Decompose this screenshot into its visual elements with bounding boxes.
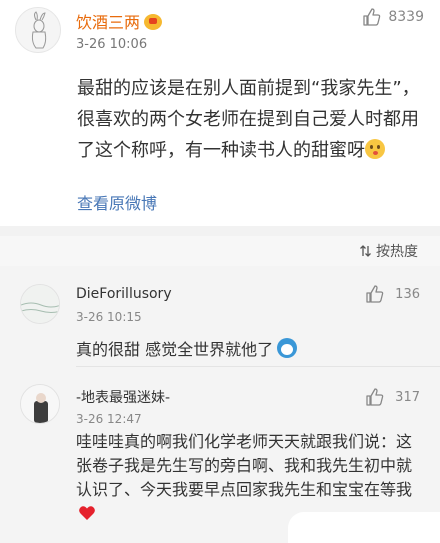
thumbs-up-icon [366, 285, 384, 303]
section-divider [0, 226, 440, 236]
post-time: 3-26 10:06 [76, 37, 148, 52]
doraemon-emoji-icon [277, 338, 298, 358]
comment-like-count: 317 [395, 389, 420, 405]
avatar[interactable] [20, 384, 60, 424]
sort-button[interactable]: 按热度 [359, 241, 418, 261]
sort-label: 按热度 [376, 244, 418, 260]
author-name-text[interactable]: 饮酒三两 [76, 13, 140, 32]
like-count: 8339 [388, 9, 424, 25]
commenter-name[interactable]: -地表最强迷妹- [76, 387, 170, 407]
smile-emoji-icon [365, 139, 385, 159]
sort-icon [360, 245, 371, 257]
comment-text-content: 哇哇哇真的啊我们化学老师天天就跟我们说：这张卷子我是先生写的旁白啊、我和我先生初… [76, 432, 413, 499]
like-button[interactable]: 8339 [362, 7, 424, 27]
post-content: 最甜的应该是在别人面前提到“我家先生”，很喜欢的两个女老师在提到自己爱人时都用了… [77, 73, 422, 166]
comment-like-count: 136 [395, 286, 420, 302]
commenter-name[interactable]: DieForillusory [76, 286, 172, 302]
heart-emoji-icon [79, 506, 95, 520]
comment-like-button[interactable]: 136 [365, 284, 420, 304]
comment-text: 真的很甜 感觉全世界就他了 [76, 338, 426, 362]
reply-card-edge [288, 512, 440, 543]
avatar[interactable] [15, 7, 61, 53]
view-original-link[interactable]: 查看原微博 [77, 190, 157, 214]
main-post: 饮酒三两 3-26 10:06 8339 最甜的应该是在别人面前提到“我家先生”… [0, 0, 440, 226]
comment-like-button[interactable]: 317 [365, 387, 420, 407]
comment-time: 3-26 10:15 [76, 310, 142, 324]
avatar[interactable] [20, 284, 60, 324]
vip-badge-icon [144, 14, 163, 30]
comment-time: 3-26 12:47 [76, 412, 142, 426]
comment-item: DieForillusory 3-26 10:15 136 真的很甜 感觉全世界… [0, 266, 440, 366]
thumbs-up-icon [363, 8, 381, 26]
comment-text-content: 真的很甜 感觉全世界就他了 [76, 340, 274, 359]
author-name[interactable]: 饮酒三两 [76, 9, 163, 33]
thumbs-up-icon [366, 388, 384, 406]
